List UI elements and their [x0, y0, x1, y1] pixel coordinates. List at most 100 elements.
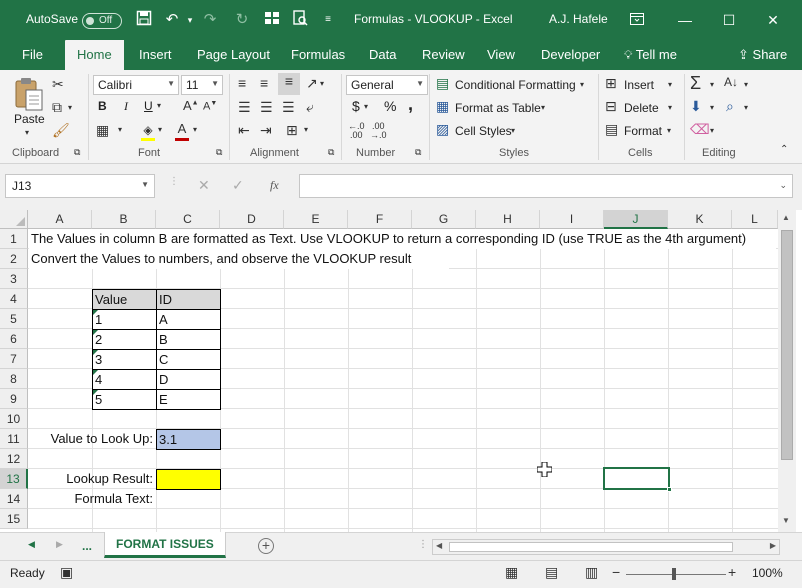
align-top-icon[interactable]: ≡ [238, 75, 246, 91]
cell-c11[interactable]: 3.1 [156, 429, 221, 450]
tab-view[interactable]: View [487, 47, 515, 62]
vertical-scrollbar[interactable]: ▲ ▼ [778, 210, 796, 532]
merge-center-icon[interactable]: ⊞ [286, 122, 298, 139]
more-sheets-button[interactable]: ... [82, 539, 92, 553]
align-bottom-icon[interactable]: ≡ [278, 73, 300, 95]
add-sheet-icon[interactable]: + [258, 538, 274, 554]
format-painter-icon[interactable]: 🖌︎ [52, 122, 70, 139]
increase-decimal-icon[interactable]: ←.0.00 [348, 122, 365, 140]
zoom-slider-thumb[interactable] [672, 568, 676, 580]
macro-record-icon[interactable]: ▣ [60, 564, 73, 581]
column-header[interactable]: J [604, 210, 668, 229]
error-indicator-icon[interactable] [93, 310, 98, 315]
row-header[interactable]: 10 [0, 409, 28, 429]
column-header[interactable]: I [540, 210, 604, 229]
borders-chevron-down-icon[interactable]: ▾ [118, 125, 122, 134]
cell-a14[interactable]: Formula Text: [29, 489, 155, 509]
row-header[interactable]: 11 [0, 429, 28, 449]
column-header[interactable]: C [156, 210, 220, 229]
insert-function-button[interactable]: fx [270, 178, 279, 193]
select-all-button[interactable] [0, 210, 28, 229]
column-header[interactable]: H [476, 210, 540, 229]
scroll-up-icon[interactable]: ▲ [782, 213, 790, 222]
clear-icon[interactable]: ⌫ [690, 121, 710, 138]
cell-c6[interactable]: B [156, 329, 221, 350]
scroll-left-icon[interactable]: ◀ [436, 541, 442, 550]
row-header[interactable]: 5 [0, 309, 28, 329]
sheet-tab-format-issues[interactable]: FORMAT ISSUES [104, 532, 226, 558]
format-cells-button[interactable]: Format [624, 124, 662, 138]
chevron-down-icon[interactable]: ▾ [668, 80, 672, 89]
dialog-launcher-icon[interactable]: ⧉ [328, 147, 334, 158]
underline-button[interactable]: U [144, 99, 153, 113]
row-header[interactable]: 2 [0, 249, 28, 269]
borders-icon[interactable]: ▦ [96, 122, 109, 139]
row-header[interactable]: 8 [0, 369, 28, 389]
autosave-toggle[interactable]: Off [82, 13, 122, 29]
column-header[interactable]: L [732, 210, 778, 229]
sort-chevron-down-icon[interactable]: ▾ [744, 80, 748, 89]
percent-button[interactable]: % [384, 98, 396, 114]
fill-color-icon[interactable]: ◈ [140, 121, 156, 141]
font-size-select[interactable]: 11 ▼ [181, 75, 223, 95]
font-color-icon[interactable]: A [174, 120, 190, 141]
tab-developer[interactable]: Developer [541, 47, 600, 62]
undo-icon[interactable]: ↶ [162, 10, 182, 30]
column-header[interactable]: K [668, 210, 732, 229]
normal-view-icon[interactable]: ▦ [505, 564, 518, 581]
column-header[interactable]: B [92, 210, 156, 229]
row-header[interactable]: 7 [0, 349, 28, 369]
find-select-icon[interactable]: ⌕ [726, 98, 734, 115]
column-header[interactable]: E [284, 210, 348, 229]
cell-c7[interactable]: C [156, 349, 221, 370]
row-header[interactable]: 4 [0, 289, 28, 309]
chevron-down-icon[interactable]: ▾ [511, 126, 515, 135]
column-header[interactable]: G [412, 210, 476, 229]
zoom-slider[interactable] [626, 574, 726, 575]
font-name-select[interactable]: Calibri ▼ [93, 75, 179, 95]
cut-icon[interactable]: ✂ [52, 76, 64, 93]
paste-chevron-down-icon[interactable]: ▾ [25, 128, 29, 137]
cell-a13[interactable]: Lookup Result: [29, 469, 155, 489]
fill-down-icon[interactable]: ⬇ [690, 98, 702, 115]
tab-formulas[interactable]: Formulas [291, 47, 345, 62]
tab-file[interactable]: File [22, 47, 43, 62]
tab-insert[interactable]: Insert [139, 47, 172, 62]
cancel-icon[interactable]: ✕ [198, 177, 210, 194]
row-header[interactable]: 1 [0, 229, 28, 249]
align-right-icon[interactable]: ☰ [282, 99, 295, 116]
cell-c4[interactable]: ID [156, 289, 221, 310]
row-header[interactable]: 3 [0, 269, 28, 289]
row-header[interactable]: 9 [0, 389, 28, 409]
user-name[interactable]: A.J. Hafele [549, 12, 608, 26]
chevron-down-icon[interactable]: ▾ [668, 103, 672, 112]
chevron-down-icon[interactable]: ▾ [180, 10, 200, 30]
collapse-ribbon-icon[interactable]: ⌃ [780, 144, 788, 155]
comma-button[interactable]: , [408, 94, 413, 115]
copy-icon[interactable]: ⧉ [52, 99, 62, 116]
expand-formula-icon[interactable]: ⌄ [779, 180, 787, 191]
ribbon-display-icon[interactable] [624, 8, 650, 32]
enter-icon[interactable]: ✓ [232, 177, 244, 194]
scroll-down-icon[interactable]: ▼ [782, 516, 790, 525]
customize-toolbar-icon[interactable]: ≡ [318, 10, 338, 30]
number-format-select[interactable]: General ▼ [346, 75, 428, 95]
error-indicator-icon[interactable] [93, 390, 98, 395]
redo-icon[interactable]: ↷ [200, 10, 220, 30]
cell-a1[interactable]: The Values in column B are formatted as … [29, 229, 776, 249]
column-header[interactable]: F [348, 210, 412, 229]
dialog-launcher-icon[interactable]: ⧉ [74, 147, 80, 158]
tell-me-search[interactable]: 💡︎ Tell me [624, 47, 677, 63]
italic-button[interactable]: I [124, 99, 128, 114]
dialog-launcher-icon[interactable]: ⧉ [415, 147, 421, 158]
maximize-icon[interactable]: ☐ [716, 8, 742, 32]
cell-a2[interactable]: Convert the Values to numbers, and obser… [29, 249, 449, 269]
cell-c13[interactable] [156, 469, 221, 490]
font-color-chevron-down-icon[interactable]: ▾ [193, 125, 197, 134]
paste-label[interactable]: Paste [14, 112, 45, 126]
decrease-font-icon[interactable]: A▼ [203, 100, 217, 113]
fill-chevron-down-icon[interactable]: ▾ [158, 125, 162, 134]
orientation-icon[interactable]: ↗ [306, 75, 318, 92]
merge-chevron-down-icon[interactable]: ▾ [304, 125, 308, 134]
find-chevron-down-icon[interactable]: ▾ [744, 103, 748, 112]
